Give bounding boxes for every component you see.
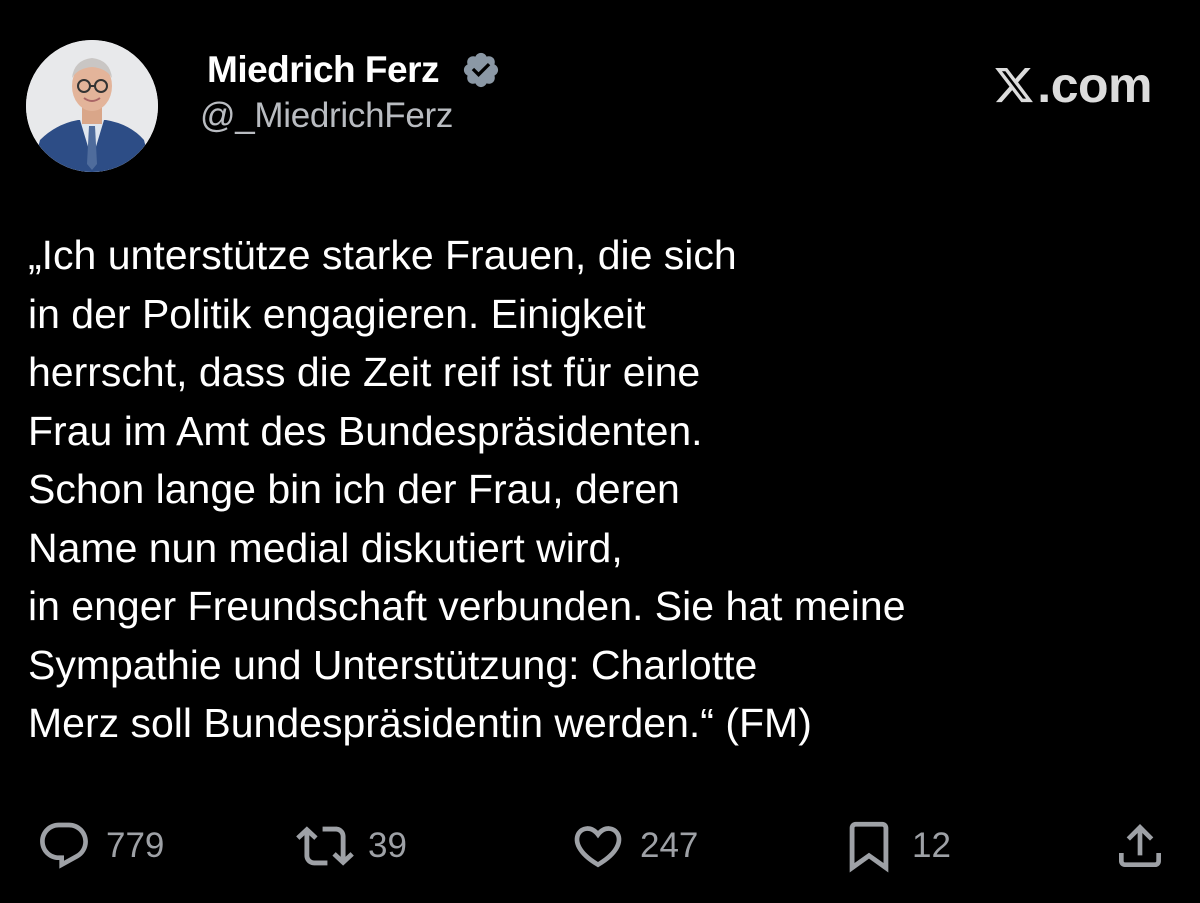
tweet-line: in enger Freundschaft verbunden. Sie hat… <box>28 583 906 629</box>
profile-photo <box>26 40 158 172</box>
bookmark-button[interactable]: 12 <box>840 818 951 874</box>
action-bar: 779 39 247 12 <box>0 818 1200 874</box>
tweet-line: herrscht, dass die Zeit reif ist für ein… <box>28 349 701 395</box>
bookmark-count: 12 <box>912 826 951 865</box>
brand-logo: .com <box>993 56 1152 114</box>
like-button[interactable]: 247 <box>570 818 698 874</box>
tweet-line: Sympathie und Unterstützung: Charlotte <box>28 641 758 688</box>
tweet-text: „Ich unterstütze starke Frauen, die sich… <box>28 226 1168 753</box>
tweet-line: Merz soll Bundespräsidentin werden.“ (FM… <box>28 700 812 746</box>
display-name[interactable]: Miedrich Ferz <box>207 49 440 91</box>
heart-icon <box>574 826 622 868</box>
handle[interactable]: @_MiedrichFerz <box>200 96 453 136</box>
repost-button[interactable]: 39 <box>296 818 407 874</box>
tweet-line: „Ich unterstütze starke Frauen, die sich <box>28 232 737 278</box>
verified-badge-icon <box>461 50 501 90</box>
tweet-line: Schon lange bin ich der Frau, deren <box>28 466 680 512</box>
like-count: 247 <box>640 826 699 865</box>
avatar[interactable] <box>26 40 158 172</box>
tweet-line: Name nun medial diskutiert wird, <box>28 524 623 571</box>
share-button[interactable] <box>1112 818 1168 874</box>
repost-count: 39 <box>368 826 407 865</box>
tweet-line: in der Politik engagieren. Einigkeit <box>28 290 646 337</box>
reply-count: 779 <box>106 826 165 865</box>
x-logo-icon <box>995 67 1034 103</box>
repost-icon <box>296 826 354 866</box>
tweet-line: Frau im Amt des Bundespräsidenten. <box>28 407 703 454</box>
display-name-row: Miedrich Ferz <box>207 47 501 93</box>
brand-domain: .com <box>1037 57 1152 113</box>
reply-button[interactable]: 779 <box>36 818 164 874</box>
bookmark-icon <box>849 821 889 873</box>
reply-icon <box>40 822 88 869</box>
share-icon <box>1119 824 1161 867</box>
